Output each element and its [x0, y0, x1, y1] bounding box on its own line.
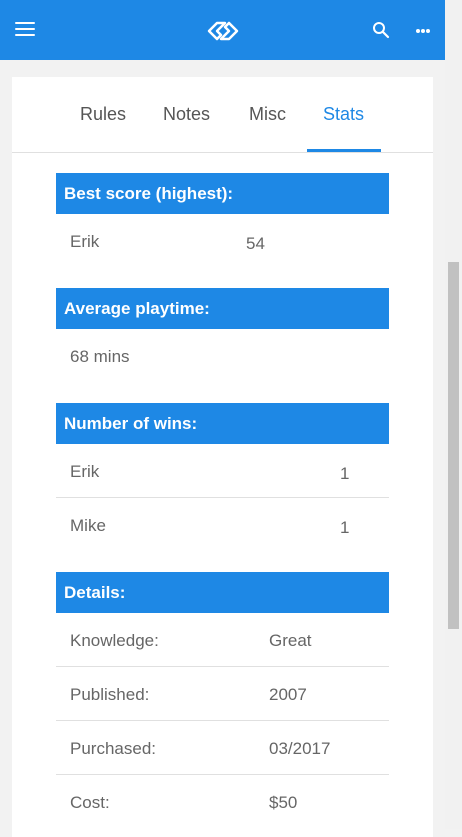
score-value: 54 — [246, 234, 265, 253]
active-tab-indicator — [307, 149, 381, 152]
player-name: Erik — [70, 232, 100, 251]
detail-value: $50 — [269, 793, 298, 812]
wins-header: Number of wins: — [56, 403, 389, 444]
player-name: Mike — [70, 516, 106, 535]
average-playtime-header: Average playtime: — [56, 288, 389, 329]
more-horizontal-icon[interactable] — [415, 28, 431, 34]
detail-label: Published: — [70, 685, 150, 704]
wins-row: Mike 1 — [56, 498, 389, 552]
tab-notes[interactable]: Notes — [163, 104, 210, 125]
scrollbar-thumb[interactable] — [448, 262, 459, 629]
detail-value: Great — [269, 631, 312, 650]
tab-bar: Rules Notes Misc Stats — [12, 77, 433, 153]
menu-icon[interactable] — [15, 22, 35, 38]
detail-label: Purchased: — [70, 739, 156, 758]
detail-label: Cost: — [70, 793, 110, 812]
details-row-purchased: Purchased: 03/2017 — [56, 721, 389, 775]
tab-rules[interactable]: Rules — [80, 104, 126, 125]
tab-stats[interactable]: Stats — [323, 104, 364, 125]
wins-count: 1 — [340, 518, 350, 537]
player-name: Erik — [70, 462, 100, 481]
search-icon[interactable] — [372, 21, 390, 39]
game-detail-card: Rules Notes Misc Stats Best score (highe… — [12, 77, 433, 837]
tab-misc[interactable]: Misc — [249, 104, 286, 125]
details-row-published: Published: 2007 — [56, 667, 389, 721]
details-header: Details: — [56, 572, 389, 613]
wins-count: 1 — [340, 464, 350, 483]
top-app-bar — [0, 0, 445, 60]
wins-row: Erik 1 — [56, 444, 389, 498]
best-score-row: Erik 54 — [56, 214, 389, 268]
detail-label: Knowledge: — [70, 631, 159, 650]
best-score-header: Best score (highest): — [56, 173, 389, 214]
average-playtime-row: 68 mins — [56, 329, 389, 383]
detail-value: 2007 — [269, 685, 307, 704]
playtime-value: 68 mins — [70, 347, 130, 366]
details-row-cost: Cost: $50 — [56, 775, 389, 829]
app-logo-icon[interactable] — [207, 19, 239, 43]
details-row-knowledge: Knowledge: Great — [56, 613, 389, 667]
detail-value: 03/2017 — [269, 739, 331, 758]
